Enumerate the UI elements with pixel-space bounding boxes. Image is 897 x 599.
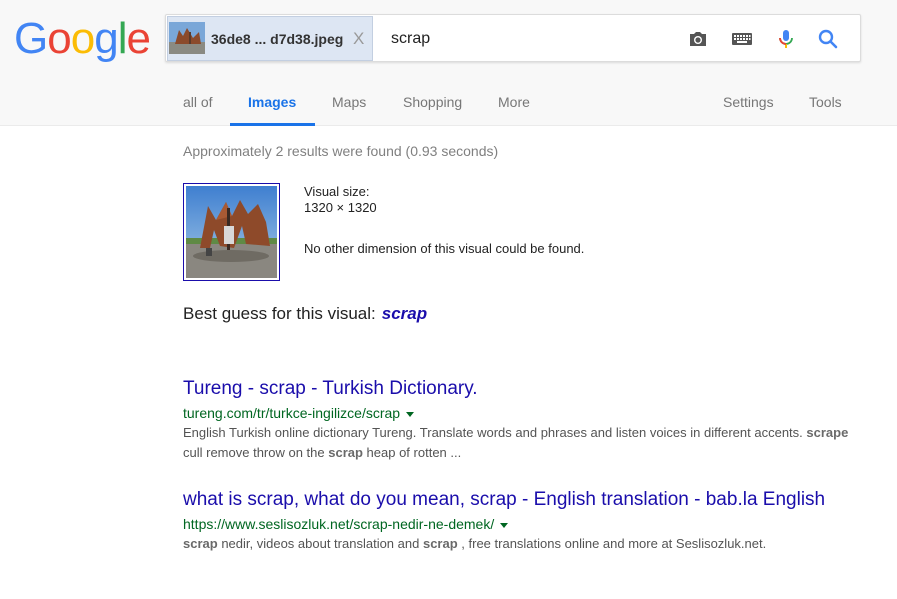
result-url: https://www.seslisozluk.net/scrap-nedir-… — [183, 515, 863, 533]
microphone-icon[interactable] — [774, 27, 798, 51]
result-snippet: English Turkish online dictionary Tureng… — [183, 423, 863, 463]
active-tab-indicator — [230, 123, 315, 126]
google-logo[interactable]: Google — [14, 14, 151, 64]
result-url-text[interactable]: https://www.seslisozluk.net/scrap-nedir-… — [183, 516, 494, 532]
tab-tools[interactable]: Tools — [809, 94, 842, 110]
camera-icon[interactable] — [686, 27, 710, 51]
visual-size-label: Visual size: — [304, 184, 370, 199]
snippet-text: nedir, videos about translation and — [217, 536, 423, 551]
url-dropdown-caret-icon[interactable] — [500, 522, 509, 528]
url-dropdown-caret-icon[interactable] — [406, 411, 415, 417]
search-result: what is scrap, what do you mean, scrap -… — [183, 488, 863, 554]
chip-filename: 36de8 ... d7d38.jpeg — [211, 31, 344, 47]
tab-more[interactable]: More — [498, 94, 530, 110]
best-guess-label: Best guess for this visual: — [183, 304, 376, 323]
search-icon[interactable] — [816, 27, 840, 51]
search-image-chip[interactable]: 36de8 ... d7d38.jpeg X — [167, 16, 373, 61]
search-box: 36de8 ... d7d38.jpeg X — [165, 14, 861, 62]
sculpture-image — [186, 186, 277, 278]
tab-settings[interactable]: Settings — [723, 94, 774, 110]
result-url-text[interactable]: tureng.com/tr/turkce-ingilizce/scrap — [183, 405, 400, 421]
uploaded-image-thumbnail[interactable] — [183, 183, 280, 281]
logo-letter: g — [94, 14, 119, 63]
snippet-highlight: scrap — [328, 445, 363, 460]
snippet-highlight: scrap — [422, 536, 458, 551]
snippet-text: cull remove throw on the — [183, 445, 329, 460]
tab-images[interactable]: Images — [248, 94, 296, 110]
chip-close-icon[interactable]: X — [353, 29, 364, 49]
result-url: tureng.com/tr/turkce-ingilizce/scrap — [183, 404, 863, 422]
keyboard-icon[interactable] — [730, 27, 754, 51]
best-guess: Best guess for this visual: scrap — [183, 304, 427, 324]
tab-shopping[interactable]: Shopping — [403, 94, 462, 110]
search-tabs: all of Images Maps Shopping More Setting… — [0, 82, 897, 126]
tab-all[interactable]: all of — [183, 94, 213, 110]
snippet-text: heap of rotten ... — [362, 445, 462, 460]
no-other-sizes-text: No other dimension of this visual could … — [304, 241, 585, 256]
visual-size-value: 1320 × 1320 — [304, 200, 377, 215]
snippet-text: English Turkish online dictionary Tureng… — [183, 425, 807, 440]
result-stats: Approximately 2 results were found (0.93… — [183, 143, 499, 159]
logo-letter: e — [126, 14, 151, 63]
tab-maps[interactable]: Maps — [332, 94, 366, 110]
chip-thumbnail-image — [169, 22, 205, 54]
logo-letter: G — [14, 14, 48, 63]
search-result: Tureng - scrap - Turkish Dictionary. tur… — [183, 377, 863, 463]
snippet-highlight: scrape — [806, 425, 849, 440]
header-bar: Google 36de8 ... d7d38.jpeg X scrap all … — [0, 0, 897, 126]
best-guess-link[interactable]: scrap — [382, 304, 427, 323]
snippet-text: , free translations online and more at S… — [457, 536, 767, 551]
logo-letter: l — [117, 14, 128, 63]
logo-letter: o — [47, 14, 72, 63]
snippet-highlight: scrap — [183, 536, 218, 551]
result-title-link[interactable]: what is scrap, what do you mean, scrap -… — [183, 488, 855, 512]
search-input[interactable] — [391, 28, 651, 50]
result-snippet: scrap nedir, videos about translation an… — [183, 534, 863, 554]
result-title-link[interactable]: Tureng - scrap - Turkish Dictionary. — [183, 377, 855, 401]
logo-letter: o — [70, 14, 96, 63]
